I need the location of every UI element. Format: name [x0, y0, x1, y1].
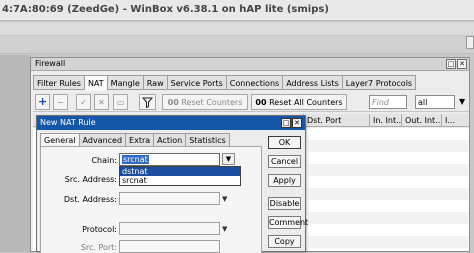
chain-dropdown-list: dstnat srcnat — [119, 166, 241, 186]
tab-nat[interactable]: NAT — [84, 75, 108, 91]
dialog-title: New NAT Rule — [37, 116, 305, 130]
ok-button[interactable]: OK — [268, 136, 301, 149]
apply-button[interactable]: Apply — [268, 174, 301, 187]
enable-icon[interactable]: ✓ — [76, 94, 91, 110]
dialog-tabs: General Advanced Extra Action Statistics — [40, 133, 230, 147]
find-input[interactable]: Find — [369, 95, 407, 109]
add-icon[interactable]: + — [35, 94, 50, 110]
tab-mangle[interactable]: Mangle — [107, 75, 144, 90]
protocol-select[interactable] — [119, 222, 220, 235]
firewall-tabs: Filter Rules NAT Mangle Raw Service Port… — [33, 75, 417, 91]
tab-connections[interactable]: Connections — [226, 75, 284, 90]
column-dst-port[interactable]: Dst. Port — [303, 114, 343, 127]
remove-icon[interactable]: − — [53, 94, 68, 110]
restore-icon[interactable]: □ — [446, 59, 456, 69]
chain-option-srcnat[interactable]: srcnat — [120, 176, 240, 185]
cancel-button[interactable]: Cancel — [268, 155, 301, 168]
filter-select[interactable]: all — [415, 95, 455, 109]
filter-icon[interactable] — [139, 94, 156, 110]
chain-label: Chain: — [91, 156, 117, 165]
chevron-down-icon[interactable]: ▼ — [222, 225, 227, 233]
side-expand-button[interactable] — [466, 36, 474, 49]
comment-button[interactable]: Comment — [268, 216, 308, 229]
tab-layer7-protocols[interactable]: Layer7 Protocols — [342, 75, 417, 90]
reset-counters-label: Reset Counters — [181, 98, 243, 107]
disable-icon[interactable]: ✕ — [94, 94, 109, 110]
new-nat-rule-dialog: New NAT Rule □ ✕ General Advanced Extra … — [36, 115, 308, 253]
tab-service-ports[interactable]: Service Ports — [167, 75, 227, 90]
tab-statistics[interactable]: Statistics — [186, 133, 230, 147]
tab-extra[interactable]: Extra — [126, 133, 155, 147]
tab-action[interactable]: Action — [154, 133, 187, 147]
src-address-label: Src. Address: — [64, 175, 117, 184]
table-row — [308, 164, 468, 176]
counters-icon: 00 — [255, 98, 267, 107]
main-toolbar — [0, 36, 474, 54]
chevron-down-icon[interactable]: ▼ — [459, 97, 465, 106]
column-in-interface[interactable]: In. Int... — [369, 114, 401, 127]
reset-all-counters-button[interactable]: 00 Reset All Counters — [251, 94, 347, 110]
restore-icon[interactable]: □ — [281, 118, 291, 128]
tab-advanced[interactable]: Advanced — [79, 133, 127, 147]
table-row — [308, 212, 468, 224]
tab-general[interactable]: General — [40, 133, 80, 147]
protocol-label: Protocol: — [82, 225, 117, 234]
left-menu-panel — [0, 55, 30, 252]
dst-address-field[interactable] — [119, 192, 220, 205]
counters-icon: 00 — [167, 98, 179, 107]
reset-all-counters-label: Reset All Counters — [269, 98, 343, 107]
comment-icon[interactable]: ▭ — [113, 94, 128, 110]
close-icon[interactable]: ✕ — [457, 59, 467, 69]
table-row — [308, 140, 468, 152]
close-icon[interactable]: ✕ — [292, 118, 302, 128]
src-port-label: Src. Port: — [80, 243, 117, 252]
chain-value: srcnat — [122, 155, 149, 164]
general-panel: Chain: srcnat ▼ Src. Address: ▼ Dst. Add… — [40, 146, 262, 253]
tab-raw[interactable]: Raw — [143, 75, 168, 90]
table-row — [308, 188, 468, 200]
src-port-field[interactable] — [119, 240, 220, 253]
dst-address-label: Dst. Address: — [63, 195, 117, 204]
column-i[interactable]: I... — [441, 114, 469, 127]
window-title: 4:7A:80:69 (ZeedGe) - WinBox v6.38.1 on … — [0, 0, 474, 21]
column-out-interface[interactable]: Out. Int... — [401, 114, 441, 127]
chevron-down-icon[interactable]: ▼ — [222, 195, 227, 203]
reset-counters-button[interactable]: 00 Reset Counters — [162, 94, 248, 110]
table-row — [308, 236, 468, 248]
copy-button[interactable]: Copy — [268, 235, 301, 248]
chevron-down-icon[interactable]: ▼ — [222, 153, 235, 165]
firewall-window-title: Firewall — [31, 58, 469, 71]
toolbar-strip — [0, 22, 474, 35]
nat-toolbar: + − ✓ ✕ ▭ 00 Reset Counters 00 Reset All… — [33, 92, 469, 112]
tab-address-lists[interactable]: Address Lists — [283, 75, 343, 90]
chain-option-dstnat[interactable]: dstnat — [120, 167, 240, 176]
tab-filter-rules[interactable]: Filter Rules — [33, 75, 85, 90]
disable-button[interactable]: Disable — [268, 197, 301, 210]
chain-select[interactable]: srcnat — [119, 153, 220, 166]
